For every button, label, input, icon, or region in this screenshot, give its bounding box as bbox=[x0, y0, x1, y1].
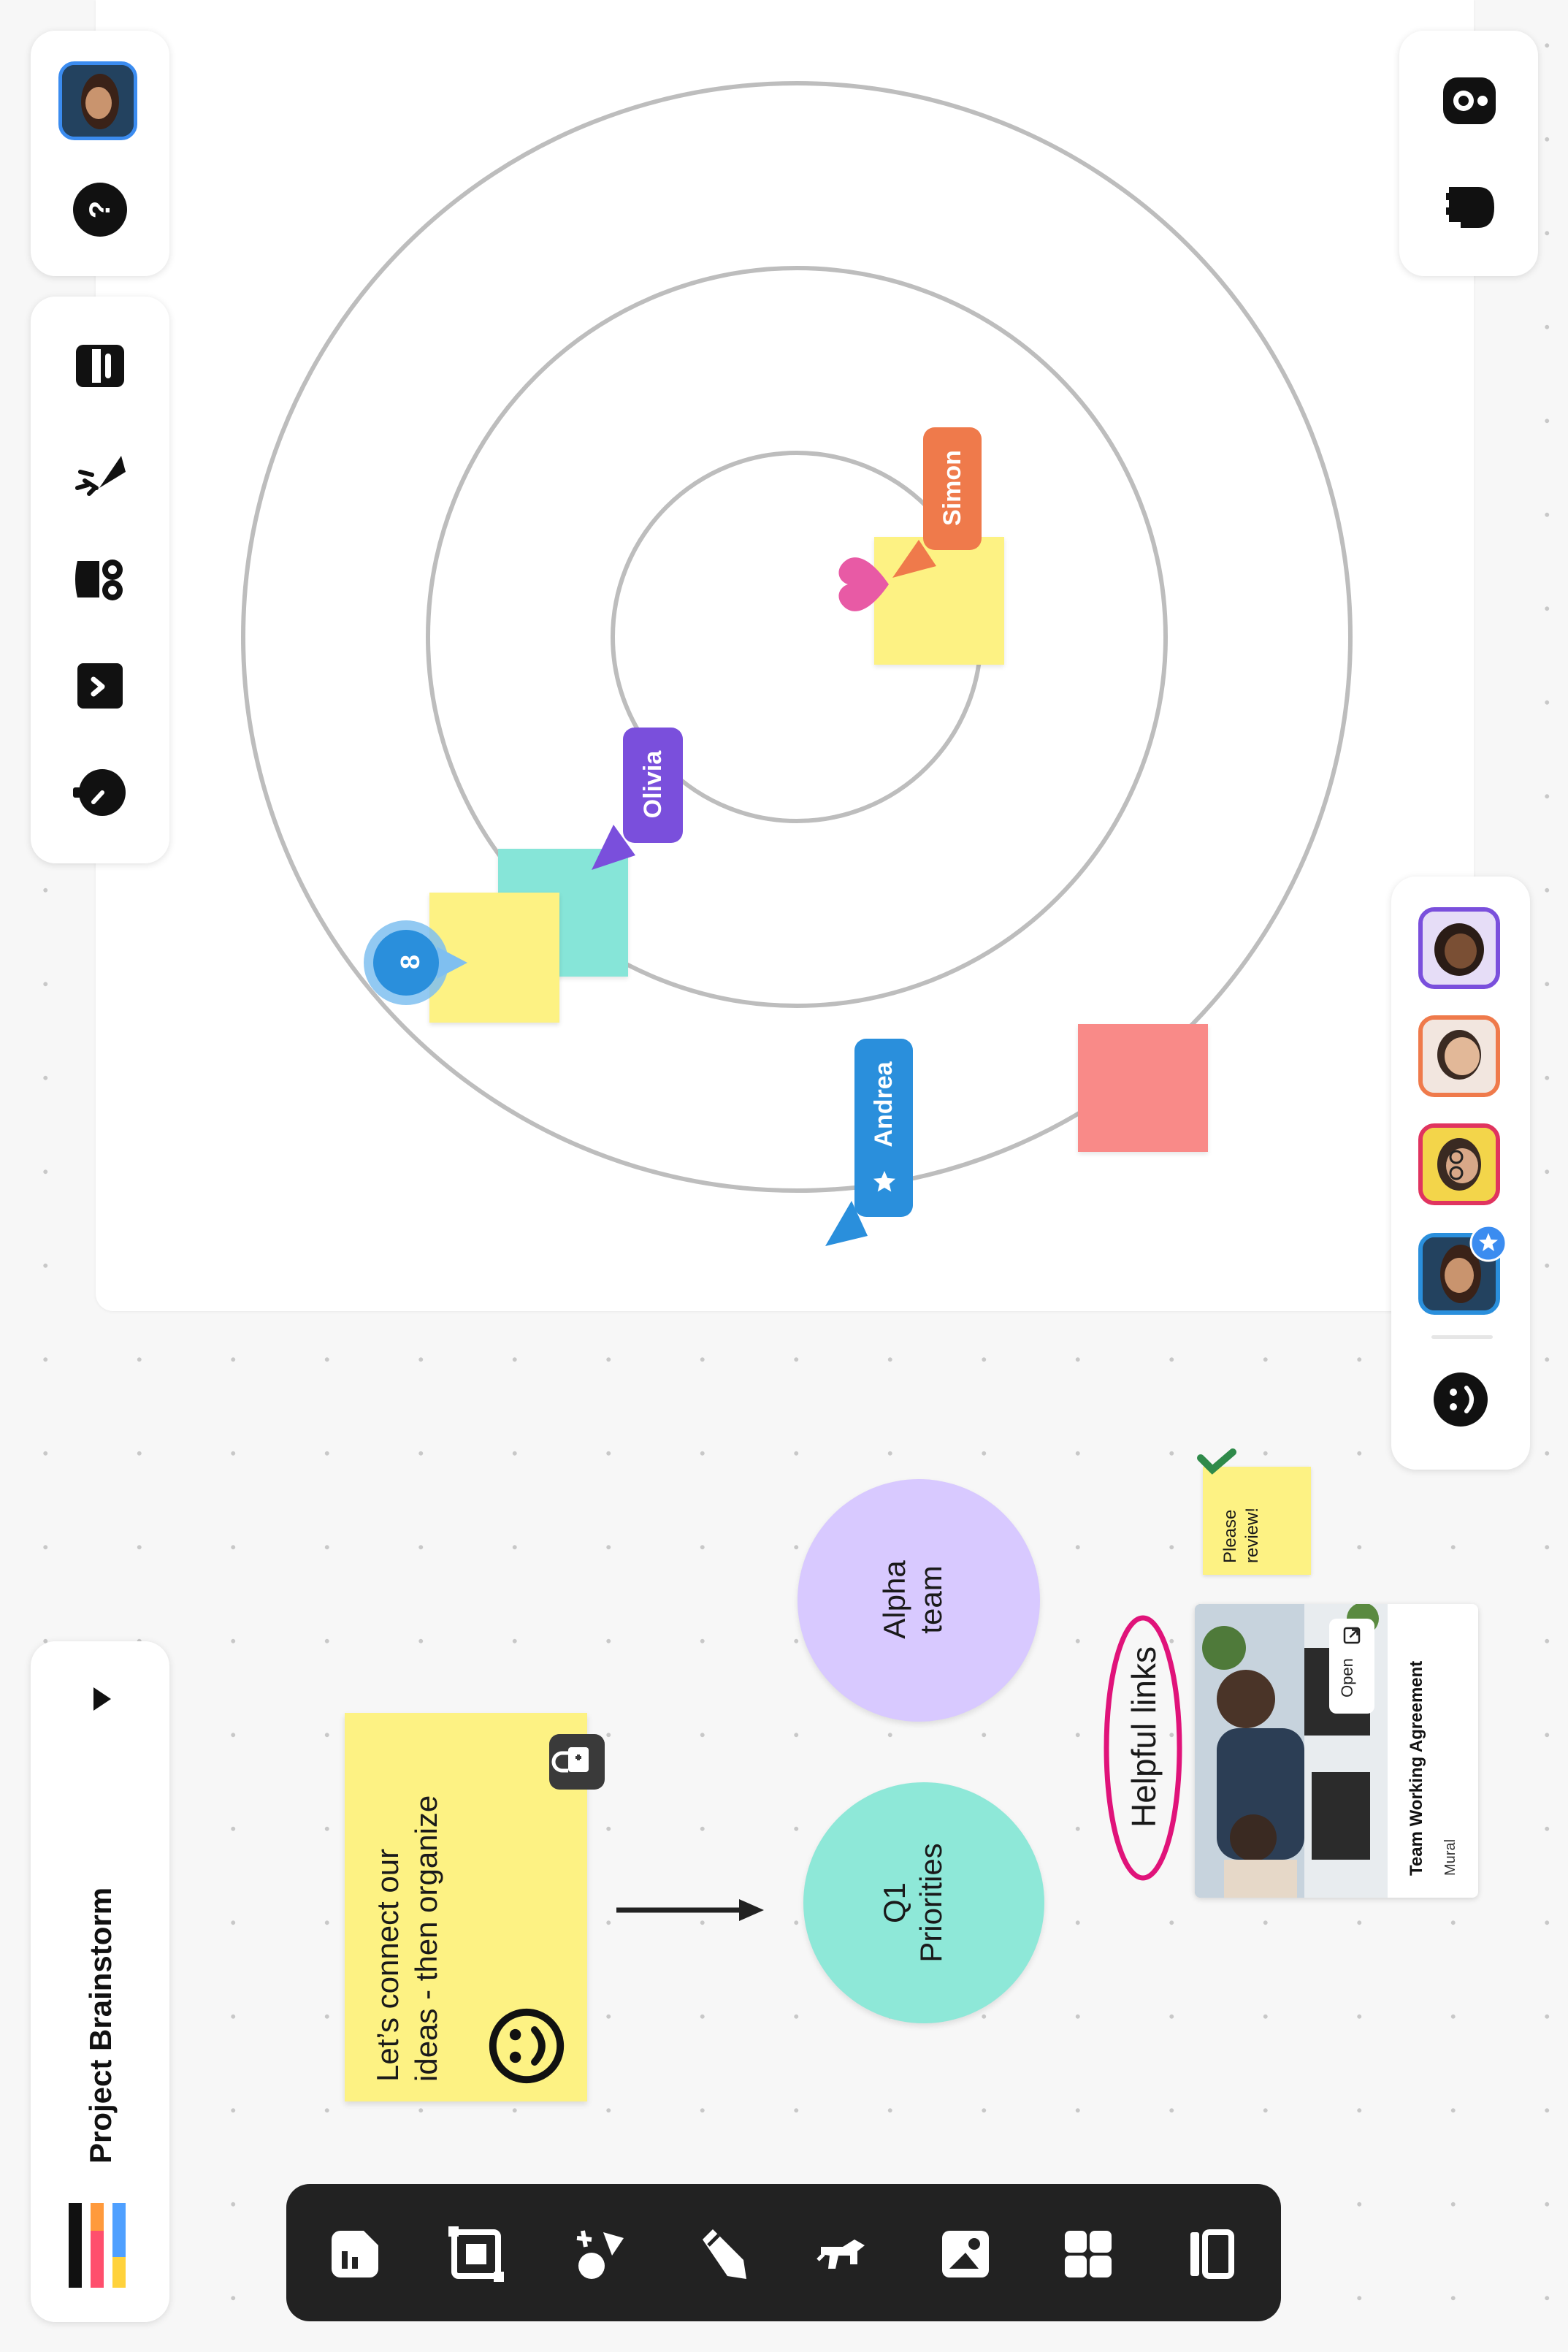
timer-icon[interactable] bbox=[70, 763, 130, 822]
gif-icon[interactable] bbox=[814, 2225, 872, 2283]
columns-icon[interactable] bbox=[1182, 2225, 1240, 2283]
voting-icon[interactable] bbox=[70, 656, 130, 716]
collaboration-tools-panel bbox=[1399, 31, 1538, 276]
priorities-line2: Priorities bbox=[914, 1843, 948, 1963]
open-link-label: Open bbox=[1338, 1658, 1356, 1698]
grid-icon[interactable] bbox=[1059, 2225, 1117, 2283]
sticky-note-salmon[interactable] bbox=[1078, 1024, 1208, 1152]
star-icon bbox=[873, 1171, 895, 1192]
summon-icon[interactable] bbox=[1437, 72, 1502, 130]
link-card-title: Team Working Agreement bbox=[1407, 1660, 1426, 1876]
external-link-icon bbox=[1343, 1627, 1361, 1644]
templates-icon[interactable] bbox=[326, 2225, 384, 2283]
celebrate-icon[interactable] bbox=[70, 443, 130, 503]
frame-icon[interactable] bbox=[447, 2225, 505, 2283]
image-icon[interactable] bbox=[936, 2225, 995, 2283]
review-line2: review! bbox=[1242, 1507, 1262, 1563]
outline-icon[interactable] bbox=[70, 336, 130, 396]
lock-sticky-icon[interactable] bbox=[546, 1731, 608, 1792]
collaborator-avatar-3[interactable] bbox=[1418, 1123, 1500, 1205]
board-title[interactable]: Project Brainstorm bbox=[80, 1857, 121, 2164]
helpful-links-text: Helpful links bbox=[1125, 1646, 1163, 1828]
review-line1: Please bbox=[1220, 1509, 1240, 1563]
bottom-toolbar bbox=[286, 2184, 1281, 2321]
reactions-icon[interactable] bbox=[1431, 1370, 1490, 1429]
collaborator-avatar-2[interactable] bbox=[1418, 1015, 1500, 1097]
mural-logo bbox=[69, 2203, 126, 2288]
collaborator-avatar-1[interactable] bbox=[1418, 907, 1500, 989]
vote-badge-count: 8 bbox=[395, 954, 425, 970]
svg-text:?: ? bbox=[84, 201, 116, 218]
alpha-line1: Alpha bbox=[877, 1560, 911, 1639]
link-card[interactable]: Open Team Working Agreement Mural bbox=[1195, 1604, 1478, 1898]
link-card-source: Mural bbox=[1442, 1839, 1458, 1876]
collaborators-divider bbox=[1431, 1335, 1493, 1339]
cursor-simon-label: Simon bbox=[938, 450, 966, 526]
hand-icon[interactable] bbox=[1439, 177, 1500, 238]
sticky-main-line1: Let’s connect our bbox=[370, 1848, 405, 2082]
sticky-main-line2: ideas - then organize bbox=[409, 1795, 443, 2082]
cursor-olivia-label: Olivia bbox=[639, 750, 667, 819]
priorities-line1: Q1 bbox=[877, 1882, 911, 1924]
facilitator-star-icon bbox=[1469, 1224, 1507, 1262]
canvas[interactable]: 8 Simon Olivia Andrea Let’s connect our … bbox=[0, 0, 1568, 2352]
alpha-line2: team bbox=[914, 1565, 948, 1634]
private-mode-icon[interactable] bbox=[70, 549, 130, 609]
user-avatar[interactable] bbox=[58, 61, 137, 140]
connector-arrow[interactable] bbox=[613, 1892, 767, 1928]
expand-menu-icon[interactable] bbox=[89, 1684, 114, 1714]
cursor-andrea-label: Andrea bbox=[870, 1061, 898, 1148]
help-icon[interactable]: ? bbox=[72, 181, 129, 238]
shapes-icon[interactable] bbox=[570, 2225, 628, 2283]
target-rings bbox=[241, 81, 1353, 1193]
heart-sticker[interactable] bbox=[827, 549, 898, 619]
smiley-icon bbox=[489, 2008, 565, 2084]
draw-icon[interactable] bbox=[692, 2225, 751, 2283]
